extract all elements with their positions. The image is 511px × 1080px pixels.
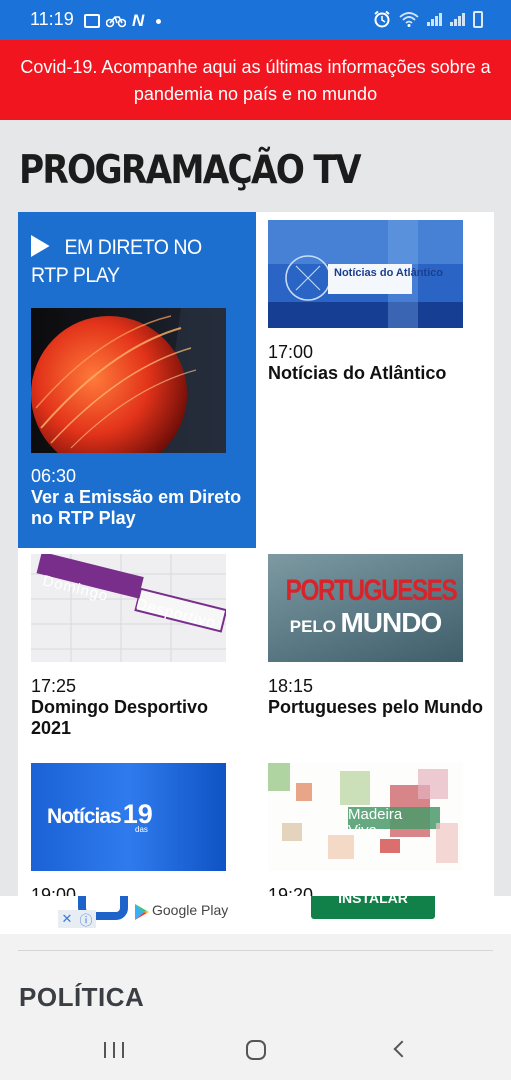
live-time: 06:30	[31, 466, 77, 486]
program-time: 17:00	[268, 342, 314, 362]
program-card[interactable]: Domingo Desportivo 17:25 Domingo Desport…	[31, 554, 249, 739]
live-heading: EM DIRETO NO RTP PLAY	[31, 236, 202, 287]
thumb-logo: Notícias19 das	[47, 799, 153, 834]
politica-title[interactable]: POLÍTICA	[19, 982, 144, 1013]
program-thumbnail[interactable]: Domingo Desportivo	[31, 554, 226, 662]
home-icon[interactable]	[246, 1040, 266, 1060]
program-thumbnail[interactable]: PORTUGUESES PELO MUNDO	[268, 554, 463, 662]
program-card[interactable]: Notícias do Atlântico 17:00 Notícias do …	[268, 220, 486, 384]
signal-icon	[450, 12, 465, 26]
live-thumbnail[interactable]	[31, 308, 226, 453]
live-card[interactable]: EM DIRETO NO RTP PLAY 06:30 Ver a Emissã…	[18, 212, 256, 548]
close-icon[interactable]: ✕	[62, 911, 73, 927]
live-title[interactable]: Ver a Emissão em Direto no RTP Play	[31, 487, 251, 529]
covid-banner[interactable]: Covid-19. Acompanhe aqui as últimas info…	[0, 40, 511, 120]
wifi-icon	[399, 12, 419, 27]
program-title[interactable]: Portugueses pelo Mundo	[268, 697, 486, 718]
install-button[interactable]: INSTALAR	[311, 896, 435, 919]
thumb-logo: PORTUGUESES PELO MUNDO	[285, 574, 458, 638]
play-icon	[31, 235, 50, 257]
ad-banner[interactable]: ✕ ⓘ Google Play INSTALAR	[0, 896, 511, 934]
program-title[interactable]: Domingo Desportivo 2021	[31, 697, 249, 739]
bike-icon	[106, 16, 126, 28]
program-card[interactable]: Notícias19 das 19:00	[31, 763, 249, 906]
program-thumbnail[interactable]: Madeira Viva	[268, 763, 463, 871]
thumb-logo: Madeira Viva	[348, 806, 403, 839]
politica-section: POLÍTICA	[0, 934, 511, 1020]
divider	[18, 950, 493, 951]
n-icon: N	[132, 11, 145, 30]
program-time: 18:15	[268, 676, 314, 696]
section-title: PROGRAMAÇÃO TV	[19, 148, 362, 193]
dot-icon	[156, 18, 162, 24]
program-title[interactable]: Notícias do Atlântico	[268, 363, 486, 384]
recents-icon[interactable]	[104, 1042, 124, 1058]
status-bar: 11:19 N	[0, 0, 511, 40]
program-card[interactable]: Madeira Viva 19:20	[268, 763, 486, 906]
back-icon[interactable]	[393, 1040, 411, 1058]
google-play-icon	[135, 904, 149, 920]
program-card[interactable]: PORTUGUESES PELO MUNDO 18:15 Portugueses…	[268, 554, 486, 718]
status-time: 11:19	[30, 9, 74, 29]
signal-icon	[427, 12, 442, 26]
program-thumbnail[interactable]: Notícias do Atlântico	[268, 220, 463, 328]
system-nav-bar	[0, 1020, 511, 1080]
program-time: 17:25	[31, 676, 77, 696]
alarm-icon	[374, 10, 390, 28]
image-icon	[84, 14, 100, 28]
info-icon[interactable]: ⓘ	[79, 910, 92, 929]
ad-store-label: Google Play	[152, 902, 229, 918]
battery-icon	[473, 10, 483, 28]
program-thumbnail[interactable]: Notícias19 das	[31, 763, 226, 871]
ad-close-button[interactable]: ✕ ⓘ	[58, 910, 96, 928]
thumb-logo: Notícias do Atlântico	[334, 267, 443, 279]
